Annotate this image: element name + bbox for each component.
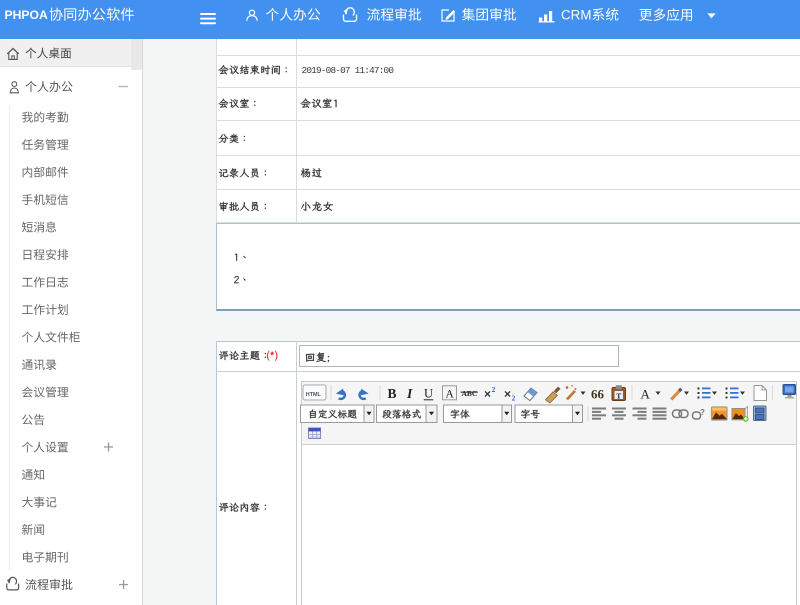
svg-text:A: A	[446, 389, 455, 401]
svg-text:2019-08-07 11:47:00: 2019-08-07 11:47:00	[302, 65, 395, 76]
svg-text:A: A	[641, 387, 651, 402]
svg-text:T: T	[616, 391, 621, 400]
svg-text:B: B	[388, 386, 397, 401]
svg-text:2: 2	[492, 386, 496, 394]
svg-text:HTML: HTML	[306, 392, 322, 398]
svg-text:?: ?	[700, 408, 705, 417]
svg-text:U: U	[424, 387, 433, 401]
svg-text:×: ×	[504, 387, 511, 401]
svg-text:×: ×	[484, 387, 491, 401]
svg-text:ABC: ABC	[462, 389, 478, 398]
svg-text:CRM: CRM	[561, 8, 592, 23]
svg-text:2: 2	[512, 395, 516, 403]
svg-text:I: I	[406, 386, 413, 401]
svg-text:66: 66	[591, 387, 605, 402]
svg-text:PHPOA: PHPOA	[5, 8, 49, 22]
